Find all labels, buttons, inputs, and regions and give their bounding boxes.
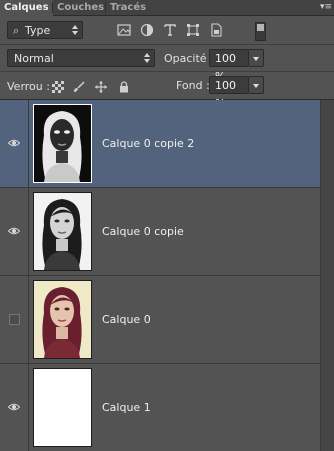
chevron-updown-icon [144,52,150,64]
layer-row[interactable]: Calque 1 [0,364,320,451]
layer-thumbnail-white-fill[interactable] [33,368,92,447]
visibility-toggle[interactable] [0,188,29,275]
fill-input[interactable]: 100 % [209,76,249,110]
visibility-toggle[interactable] [0,364,29,451]
type-filter-icon[interactable] [163,23,177,37]
layers-list: Calque 0 copie 2 Calque 0 copie Calque 0… [0,100,334,451]
visibility-toggle[interactable] [0,100,29,187]
toggle-knob [257,24,264,31]
lock-paint-icon[interactable] [73,81,85,93]
eye-icon [8,403,20,411]
chevron-updown-icon [72,24,78,36]
layer-name[interactable]: Calque 1 [102,401,151,414]
layer-thumbnail-color-portrait[interactable] [33,280,92,359]
layer-name[interactable]: Calque 0 [102,313,151,326]
panel-tab-bar: Calques Couches Tracés ▾≡ [0,0,334,16]
layer-thumbnail-bw-portrait[interactable] [33,192,92,271]
adjustment-filter-icon[interactable] [140,23,154,37]
blend-row: Normal Opacité : 100 % [0,45,334,83]
smart-object-filter-icon[interactable] [209,23,223,37]
pixel-filter-icon[interactable] [117,23,131,37]
layer-row[interactable]: Calque 0 copie 2 [0,100,320,188]
layer-row[interactable]: Calque 0 copie [0,188,320,276]
tab-traces[interactable]: Tracés [106,0,150,15]
lock-all-icon[interactable] [118,81,130,93]
filter-row: ⌕ Type [0,17,334,45]
filter-type-value: Type [25,24,51,37]
layers-panel: Calques Couches Tracés ▾≡ ⌕ Type Normal … [0,0,334,451]
tab-couches[interactable]: Couches [53,0,108,15]
lock-row: Verrou : Fond : 100 % [0,72,334,110]
eye-icon [8,139,20,147]
blend-mode-select[interactable]: Normal [7,49,155,67]
search-icon: ⌕ [13,24,20,37]
eye-icon [8,227,20,235]
layer-thumbnail-inverted-portrait[interactable] [33,104,92,183]
layer-row[interactable]: Calque 0 [0,276,320,364]
blend-mode-value: Normal [14,52,54,65]
filter-type-select[interactable]: ⌕ Type [7,21,83,39]
layer-name[interactable]: Calque 0 copie [102,225,184,238]
lock-move-icon[interactable] [95,81,107,93]
opacity-input[interactable]: 100 % [209,49,249,83]
lock-label: Verrou : [7,80,50,93]
layer-name[interactable]: Calque 0 copie 2 [102,137,194,150]
opacity-dropdown-button[interactable] [249,49,264,67]
visibility-off-box [9,314,20,325]
visibility-toggle[interactable] [0,276,29,363]
fill-label: Fond : [176,79,210,92]
lock-transparent-icon[interactable] [52,81,64,93]
opacity-label: Opacité : [164,52,214,65]
panel-menu-icon[interactable]: ▾≡ [320,2,332,12]
tab-calques[interactable]: Calques [0,0,53,16]
filter-toggle-switch[interactable] [255,22,266,41]
layers-scrollbar[interactable] [320,100,334,451]
fill-dropdown-button[interactable] [249,76,264,94]
shape-filter-icon[interactable] [186,23,200,37]
